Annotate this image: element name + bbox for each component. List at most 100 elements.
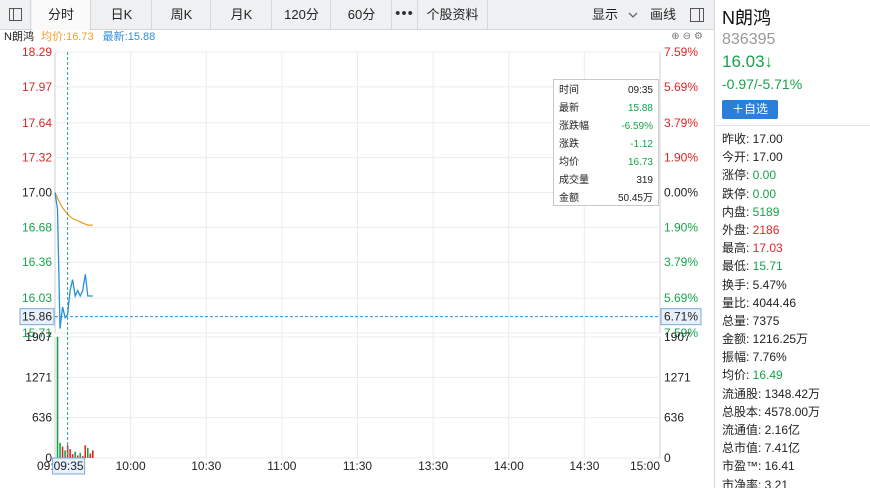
legend-avg-price: 均价:16.73 xyxy=(41,31,94,43)
popup-row: 最新 15.88 xyxy=(559,100,653,118)
toggle-panel-button[interactable] xyxy=(0,0,31,30)
percent-tick-label: 0.00% xyxy=(664,186,698,200)
current-price: 16.03↓ xyxy=(722,52,774,71)
stat-label: 最高: xyxy=(722,241,750,256)
chart-legend: N朗鸿 均价:16.73 最新:15.88 xyxy=(4,30,155,44)
stat-row: 流通股: 1348.42万 xyxy=(722,385,867,403)
popup-label: 均价 xyxy=(559,157,579,168)
percent-tick-label: 3.79% xyxy=(664,116,698,130)
stat-row: 市盈™: 16.41 xyxy=(722,457,867,475)
quote-sidebar: N朗鸿 836395 16.03↓ -0.97/-5.71% ＋自选 昨收: 1… xyxy=(714,0,870,488)
stat-label: 总股本: xyxy=(722,404,762,419)
more-tabs-button[interactable]: ••• xyxy=(392,0,418,30)
stat-value: 2186 xyxy=(749,222,780,237)
popup-label: 成交量 xyxy=(559,175,589,186)
gear-icon[interactable]: ⚙ xyxy=(694,31,706,42)
stat-row: 量比: 4044.46 xyxy=(722,294,867,312)
divider xyxy=(715,125,870,126)
stat-value: 3.21 xyxy=(761,477,789,488)
price-tick-label: 17.64 xyxy=(22,116,52,130)
display-label: 显示 xyxy=(592,7,619,22)
time-tick-label: 15:00 xyxy=(630,459,660,473)
popup-row: 金额 50.45万 xyxy=(559,190,653,208)
popup-label: 最新 xyxy=(559,103,579,114)
stat-label: 均价: xyxy=(722,368,750,383)
popup-row: 涨跌幅 -6.59% xyxy=(559,118,653,136)
tab-weekly-k[interactable]: 周K xyxy=(153,0,211,30)
tab-60min[interactable]: 60分 xyxy=(332,0,392,30)
time-tick-label: 11:30 xyxy=(343,459,372,473)
volume-tick-label: 1907 xyxy=(25,330,52,344)
tab-timeshare[interactable]: 分时 xyxy=(32,0,91,30)
stat-label: 流通值: xyxy=(722,423,762,437)
percent-tick-label: 1.90% xyxy=(664,151,698,165)
stat-label: 市净率: xyxy=(722,477,762,488)
percent-tick-label: 5.69% xyxy=(664,80,698,94)
stat-label: 昨收: xyxy=(722,132,750,146)
time-tick-label: 10:00 xyxy=(116,459,146,473)
collapse-sidebar-icon[interactable] xyxy=(690,0,704,30)
chart-toolbar: 分时 日K 周K 月K 120分 60分 ••• 个股资料 显示 画线 xyxy=(0,0,714,30)
crosshair-price-label: 15.86 xyxy=(22,310,52,324)
stat-value: 7375 xyxy=(749,313,780,328)
crosshair-pct-label: 6.71% xyxy=(664,310,698,324)
stat-label: 市盈™: xyxy=(722,459,762,474)
stat-value: 1348.42万 xyxy=(761,386,821,401)
crosshair-time-label: 09:35 xyxy=(54,459,84,473)
popup-value: -6.59% xyxy=(621,121,653,132)
stat-row: 昨收: 17.00 xyxy=(722,130,867,148)
add-watchlist-button[interactable]: ＋自选 xyxy=(722,100,778,119)
stat-value: 5.47% xyxy=(749,277,787,292)
price-tick-label: 18.29 xyxy=(22,45,52,59)
stat-row: 跌停: 0.00 xyxy=(722,185,867,203)
stat-row: 总市值: 7.41亿 xyxy=(722,439,867,457)
volume-tick-label: 1271 xyxy=(664,370,691,384)
stat-row: 市净率: 3.21 xyxy=(722,476,867,488)
price-line xyxy=(54,192,93,329)
popup-label: 时间 xyxy=(559,85,579,96)
stat-value: 7.76% xyxy=(749,350,787,365)
stat-label: 最低: xyxy=(722,259,750,274)
time-tick-label: 10:30 xyxy=(191,459,221,473)
stat-value: 4044.46 xyxy=(749,295,797,310)
volume-tick-label: 636 xyxy=(32,411,52,425)
stat-row: 内盘: 5189 xyxy=(722,203,867,221)
stat-row: 涨停: 0.00 xyxy=(722,166,867,184)
popup-value: 16.73 xyxy=(627,157,653,168)
stat-value: 7.41亿 xyxy=(761,441,801,456)
chart-tools: ⊕⊖⚙ xyxy=(671,31,706,42)
percent-tick-label: 3.79% xyxy=(664,255,698,269)
stock-name: N朗鸿 xyxy=(722,8,771,28)
stat-row: 振幅: 7.76% xyxy=(722,348,867,366)
popup-value: 50.45万 xyxy=(617,193,653,204)
stat-row: 总股本: 4578.00万 xyxy=(722,403,867,421)
popup-value: 15.88 xyxy=(627,103,653,114)
quote-stats-list: 昨收: 17.00 今开: 17.00 涨停: 0.00 跌停: 0.00 内盘: 51… xyxy=(722,130,867,488)
popup-label: 金额 xyxy=(559,193,579,204)
popup-value: 319 xyxy=(636,175,653,186)
tab-monthly-k[interactable]: 月K xyxy=(212,0,272,30)
tab-120min[interactable]: 120分 xyxy=(273,0,331,30)
zoom-in-icon[interactable]: ⊕ xyxy=(671,31,682,42)
tab-stock-profile[interactable]: 个股资料 xyxy=(418,0,488,30)
timeshare-chart[interactable]: 18.29 7.59% 17.97 5.69% 17.64 3.79% 17.32 1.90%… xyxy=(0,30,714,488)
popup-row: 均价 16.73 xyxy=(559,154,653,172)
popup-row: 成交量 319 xyxy=(559,172,653,190)
draw-line-button[interactable]: 画线 xyxy=(650,0,676,30)
percent-tick-label: 1.90% xyxy=(664,220,698,234)
stat-value: 0.00 xyxy=(749,186,777,201)
stat-label: 外盘: xyxy=(722,222,750,237)
legend-last-price: 最新:15.88 xyxy=(102,31,156,43)
stat-label: 跌停: xyxy=(722,186,750,201)
time-tick-label: 14:00 xyxy=(494,459,524,473)
time-tick-label: 13:30 xyxy=(418,459,448,473)
stat-row: 总量: 7375 xyxy=(722,312,867,330)
tab-daily-k[interactable]: 日K xyxy=(92,0,152,30)
stat-label: 涨停: xyxy=(722,168,750,183)
price-tick-label: 16.68 xyxy=(22,220,52,234)
display-menu[interactable]: 显示 xyxy=(592,0,638,30)
price-tick-label: 16.36 xyxy=(22,255,52,269)
stat-value: 17.03 xyxy=(749,241,783,256)
avg-price-line xyxy=(54,192,93,226)
zoom-out-icon[interactable]: ⊖ xyxy=(683,31,694,42)
